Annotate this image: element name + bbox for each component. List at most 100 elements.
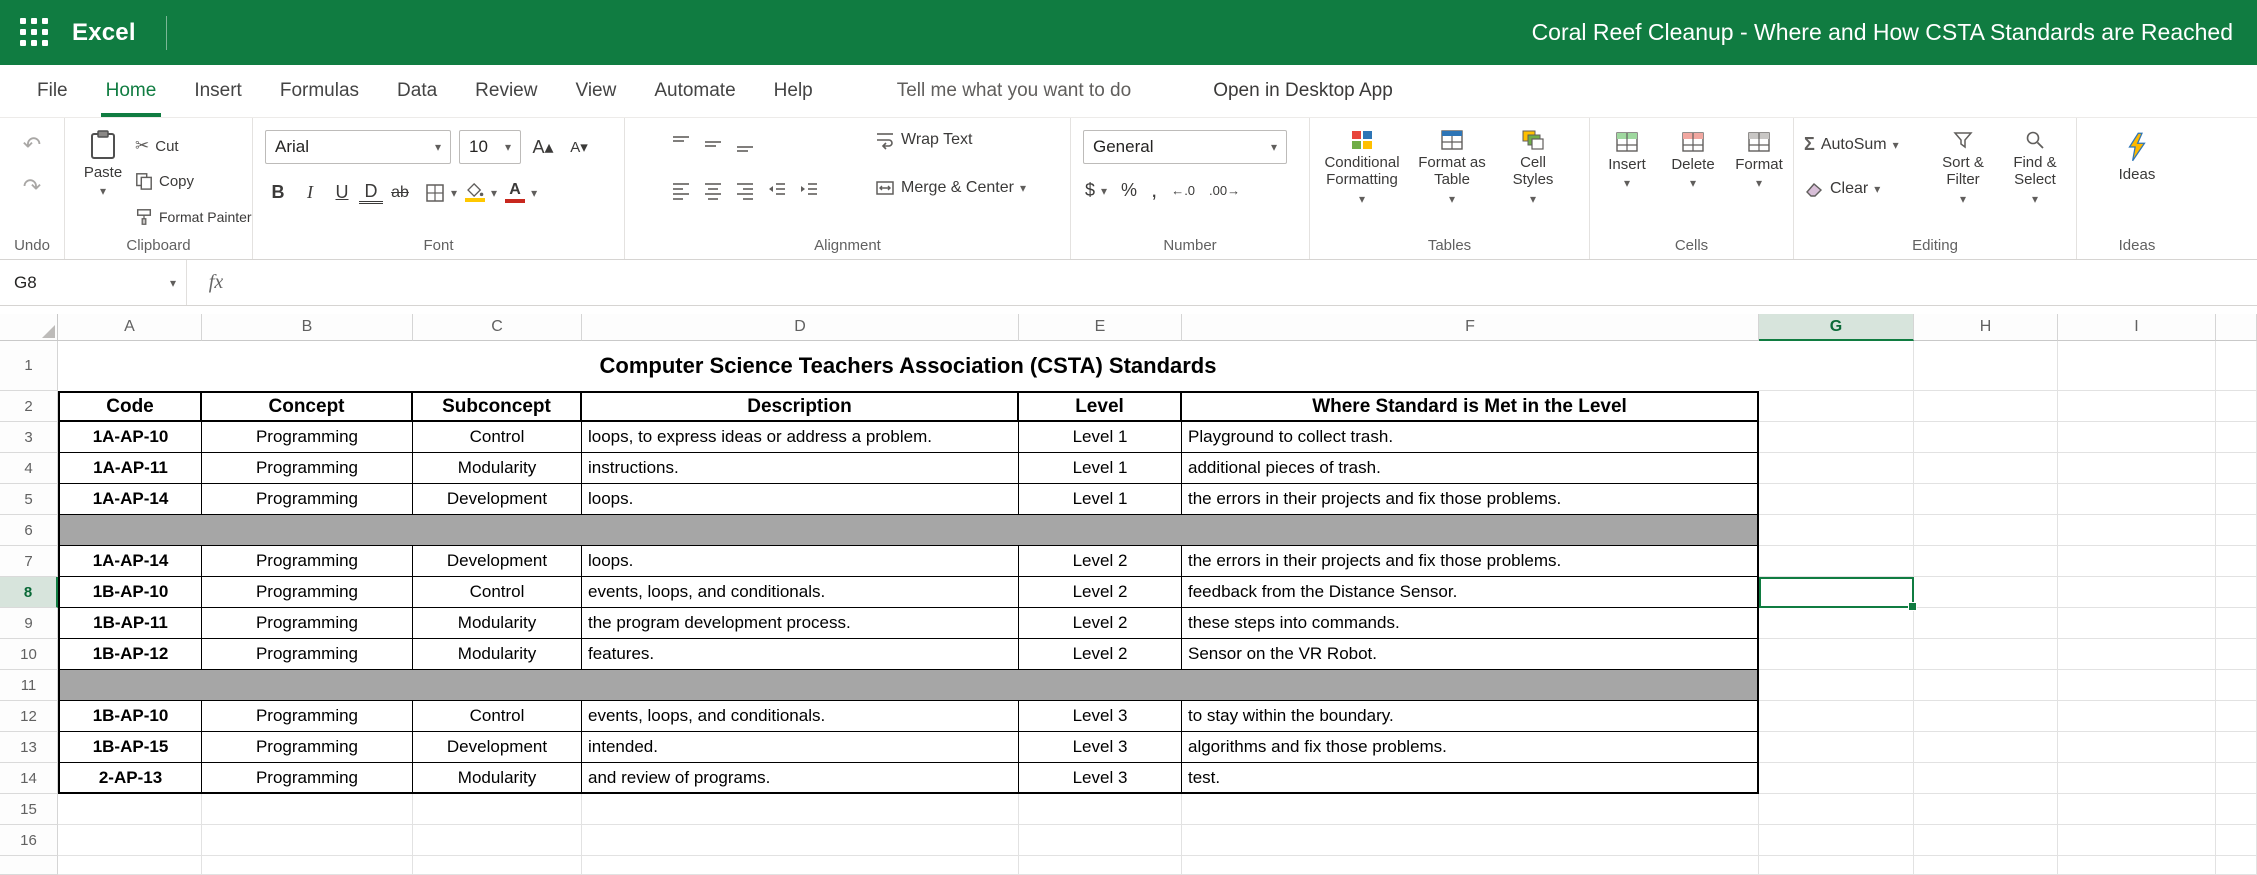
cell-G10[interactable] xyxy=(1759,639,1914,670)
shrink-font-icon[interactable]: A▾ xyxy=(565,138,593,156)
cell-A4[interactable]: 1A-AP-11 xyxy=(58,453,202,484)
cell-J8[interactable] xyxy=(2216,577,2257,608)
align-top-icon[interactable] xyxy=(671,134,691,154)
cell-C7[interactable]: Development xyxy=(413,546,582,577)
strikethrough-button[interactable]: ab xyxy=(385,184,415,202)
cell-C17[interactable] xyxy=(413,856,582,875)
cell-C5[interactable]: Development xyxy=(413,484,582,515)
cell-D3[interactable]: loops, to express ideas or address a pro… xyxy=(582,422,1019,453)
row-header-14[interactable]: 14 xyxy=(0,763,58,794)
cell-H12[interactable] xyxy=(1914,701,2058,732)
cell-J4[interactable] xyxy=(2216,453,2257,484)
cell-B12[interactable]: Programming xyxy=(202,701,413,732)
cell-B10[interactable]: Programming xyxy=(202,639,413,670)
column-header-C[interactable]: C xyxy=(413,314,582,341)
percent-style-button[interactable]: % xyxy=(1121,180,1137,201)
cell-C10[interactable]: Modularity xyxy=(413,639,582,670)
cell-A13[interactable]: 1B-AP-15 xyxy=(58,732,202,763)
cell-J15[interactable] xyxy=(2216,794,2257,825)
cell-E14[interactable]: Level 3 xyxy=(1019,763,1182,794)
cell-G2[interactable] xyxy=(1759,391,1914,422)
ideas-button[interactable]: Ideas xyxy=(2077,132,2197,183)
cell-J17[interactable] xyxy=(2216,856,2257,875)
fill-handle[interactable] xyxy=(1908,602,1917,611)
row-header-3[interactable]: 3 xyxy=(0,422,58,453)
cell-H11[interactable] xyxy=(1914,670,2058,701)
cell-E8[interactable]: Level 2 xyxy=(1019,577,1182,608)
column-header-F[interactable]: F xyxy=(1182,314,1759,341)
cell-I16[interactable] xyxy=(2058,825,2216,856)
align-bottom-icon[interactable] xyxy=(735,134,755,154)
cell-C2[interactable]: Subconcept xyxy=(413,391,582,422)
column-header-G[interactable]: G xyxy=(1759,314,1914,341)
open-in-desktop-button[interactable]: Open in Desktop App xyxy=(1194,65,1412,117)
align-left-icon[interactable] xyxy=(671,180,691,200)
cell-A14[interactable]: 2-AP-13 xyxy=(58,763,202,794)
cell-A2[interactable]: Code xyxy=(58,391,202,422)
cell-D5[interactable]: loops. xyxy=(582,484,1019,515)
tab-data[interactable]: Data xyxy=(378,65,456,117)
cell-I7[interactable] xyxy=(2058,546,2216,577)
cell-I13[interactable] xyxy=(2058,732,2216,763)
cell-H10[interactable] xyxy=(1914,639,2058,670)
cell-G17[interactable] xyxy=(1759,856,1914,875)
cell-A3[interactable]: 1A-AP-10 xyxy=(58,422,202,453)
align-center-icon[interactable] xyxy=(703,180,723,200)
tab-automate[interactable]: Automate xyxy=(635,65,754,117)
row-header-7[interactable]: 7 xyxy=(0,546,58,577)
cell-G14[interactable] xyxy=(1759,763,1914,794)
cell-H15[interactable] xyxy=(1914,794,2058,825)
row-header-8[interactable]: 8 xyxy=(0,577,58,608)
cell-F5[interactable]: the errors in their projects and fix tho… xyxy=(1182,484,1759,515)
tab-file[interactable]: File xyxy=(18,65,87,117)
cell-A10[interactable]: 1B-AP-12 xyxy=(58,639,202,670)
cell-J13[interactable] xyxy=(2216,732,2257,763)
cell-B9[interactable]: Programming xyxy=(202,608,413,639)
cell-C13[interactable]: Development xyxy=(413,732,582,763)
cell-I4[interactable] xyxy=(2058,453,2216,484)
row-header-1[interactable]: 1 xyxy=(0,341,58,391)
font-size-select[interactable]: 10 ▾ xyxy=(459,130,521,164)
cell-J1[interactable] xyxy=(2216,341,2257,391)
grow-font-icon[interactable]: A▴ xyxy=(529,137,557,158)
cell-F15[interactable] xyxy=(1182,794,1759,825)
row-header-12[interactable]: 12 xyxy=(0,701,58,732)
cell-H1[interactable] xyxy=(1914,341,2058,391)
cell-C8[interactable]: Control xyxy=(413,577,582,608)
cell-A7[interactable]: 1A-AP-14 xyxy=(58,546,202,577)
cell-D16[interactable] xyxy=(582,825,1019,856)
cell-G9[interactable] xyxy=(1759,608,1914,639)
cell-J3[interactable] xyxy=(2216,422,2257,453)
decrease-indent-icon[interactable] xyxy=(767,180,787,200)
separator-row-6[interactable] xyxy=(58,515,1759,546)
tab-insert[interactable]: Insert xyxy=(175,65,261,117)
cell-J16[interactable] xyxy=(2216,825,2257,856)
cell-G5[interactable] xyxy=(1759,484,1914,515)
cell-F10[interactable]: Sensor on the VR Robot. xyxy=(1182,639,1759,670)
column-header-D[interactable]: D xyxy=(582,314,1019,341)
format-cells-button[interactable]: Format ▾ xyxy=(1728,132,1790,189)
cell-C9[interactable]: Modularity xyxy=(413,608,582,639)
cell-D4[interactable]: instructions. xyxy=(582,453,1019,484)
cell-F8[interactable]: feedback from the Distance Sensor. xyxy=(1182,577,1759,608)
cell-G3[interactable] xyxy=(1759,422,1914,453)
redo-icon[interactable]: ↷ xyxy=(23,176,41,198)
cell-J5[interactable] xyxy=(2216,484,2257,515)
cell-A17[interactable] xyxy=(58,856,202,875)
cell-G16[interactable] xyxy=(1759,825,1914,856)
cell-B15[interactable] xyxy=(202,794,413,825)
tab-formulas[interactable]: Formulas xyxy=(261,65,378,117)
column-header-H[interactable]: H xyxy=(1914,314,2058,341)
cell-H14[interactable] xyxy=(1914,763,2058,794)
cell-F3[interactable]: Playground to collect trash. xyxy=(1182,422,1759,453)
cell-D17[interactable] xyxy=(582,856,1019,875)
column-header-I[interactable]: I xyxy=(2058,314,2216,341)
cell-styles-button[interactable]: Cell Styles ▾ xyxy=(1498,130,1568,205)
sort-filter-button[interactable]: Sort & Filter ▾ xyxy=(1932,130,1994,205)
cell-H16[interactable] xyxy=(1914,825,2058,856)
increase-indent-icon[interactable] xyxy=(799,180,819,200)
cell-A9[interactable]: 1B-AP-11 xyxy=(58,608,202,639)
align-middle-icon[interactable] xyxy=(703,134,723,154)
cell-C14[interactable]: Modularity xyxy=(413,763,582,794)
row-header-15[interactable]: 15 xyxy=(0,794,58,825)
